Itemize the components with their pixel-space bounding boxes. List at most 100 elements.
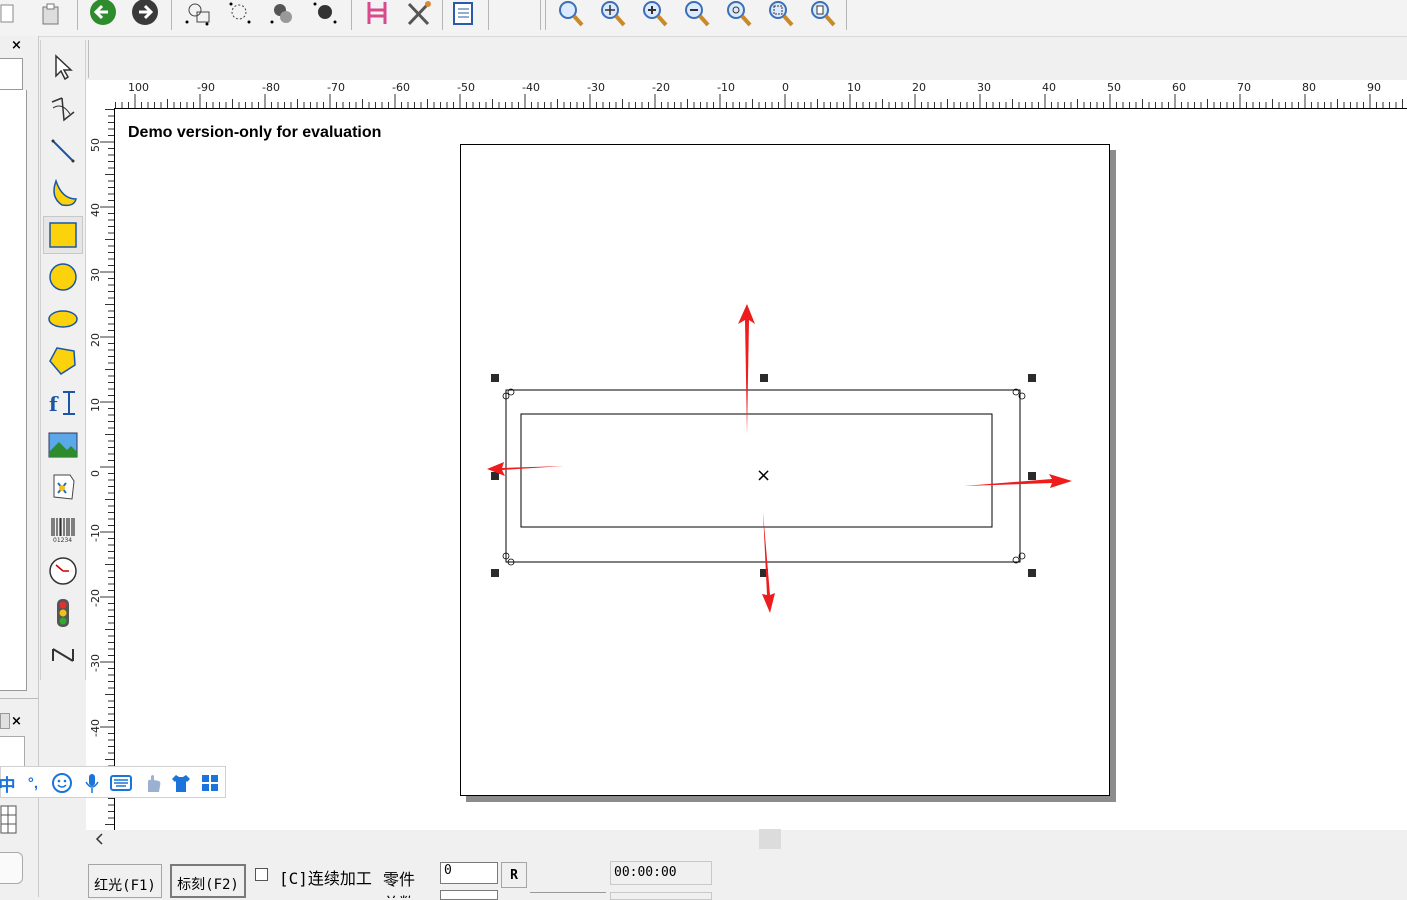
ruler-label: 40 <box>1042 81 1056 94</box>
back-arrow-icon[interactable] <box>86 0 120 28</box>
total-time-display <box>610 892 712 900</box>
rectangle-icon[interactable] <box>43 216 83 254</box>
ruler-label: 10 <box>847 81 861 94</box>
continuous-checkbox[interactable] <box>255 868 268 881</box>
direction-arrows <box>487 304 1072 613</box>
ruler-label: -90 <box>197 81 215 94</box>
text-icon[interactable]: f <box>43 384 83 422</box>
red-light-button[interactable]: 红光(F1) <box>88 864 162 898</box>
ruler-label: 0 <box>89 470 102 477</box>
ruler-label: -20 <box>89 589 102 607</box>
selected-rectangle-object[interactable] <box>440 290 1140 630</box>
ime-toolbar: 中 °, <box>0 766 226 798</box>
resize-handle-bottom-left[interactable] <box>491 569 499 577</box>
svg-text:f: f <box>49 392 59 416</box>
tools-icon[interactable] <box>402 0 436 28</box>
hand-tool-icon[interactable] <box>141 771 165 795</box>
ruler-labels-v: 50 40 30 20 10 0 -10 -20 -30 -40 <box>86 108 106 830</box>
ruler-label: 20 <box>89 333 102 347</box>
parts-count-field[interactable]: 0 <box>440 862 498 884</box>
ruler-label: 10 <box>89 398 102 412</box>
object-list[interactable] <box>0 90 27 691</box>
bitmap-image-icon[interactable] <box>43 426 83 464</box>
progress-area <box>530 892 606 899</box>
node-delete-icon[interactable] <box>308 0 342 28</box>
panel-tab[interactable] <box>0 713 10 729</box>
keyboard-icon[interactable] <box>109 771 133 795</box>
demo-watermark: Demo version-only for evaluation <box>128 124 382 141</box>
parts-label: 零件 <box>383 872 416 889</box>
barcode-icon[interactable]: 01234 <box>43 510 83 548</box>
ruler-label: 30 <box>977 81 991 94</box>
zoom-in-icon[interactable] <box>638 0 672 28</box>
ime-language-indicator[interactable]: 中 <box>0 771 19 795</box>
ruler-labels-h: 100 -90 -80 -70 -60 -50 -40 -30 -20 -10 0 10 20 30 40 5… <box>86 80 1407 100</box>
ime-menu-grid-icon[interactable] <box>198 771 222 795</box>
reset-count-button[interactable]: R <box>501 862 527 888</box>
curve-fill-icon[interactable] <box>43 174 83 212</box>
zoom-out-icon[interactable] <box>680 0 714 28</box>
main-toolbar <box>0 0 1407 37</box>
forward-arrow-icon[interactable] <box>128 0 162 28</box>
node-edit-icon[interactable] <box>181 0 215 28</box>
curve-edit-icon[interactable] <box>43 90 83 128</box>
list-icon[interactable] <box>446 0 480 28</box>
ruler-label: -40 <box>89 719 102 737</box>
ruler-label: -50 <box>457 81 475 94</box>
ruler-label: -20 <box>652 81 670 94</box>
microphone-icon[interactable] <box>80 771 104 795</box>
mark-button[interactable]: 标刻(F2) <box>170 864 246 898</box>
total-count-field[interactable] <box>440 890 498 900</box>
ruler-label: -40 <box>522 81 540 94</box>
scrollbar-thumb[interactable] <box>759 829 781 849</box>
resize-handle-left[interactable] <box>491 472 499 480</box>
io-signal-icon[interactable] <box>43 594 83 632</box>
zoom-page-icon[interactable] <box>806 0 840 28</box>
ruler-label: 50 <box>89 138 102 152</box>
paste-icon[interactable] <box>34 0 68 28</box>
zoom-selection-icon[interactable] <box>764 0 798 28</box>
horizontal-scrollbar[interactable] <box>86 830 1407 848</box>
resize-handle-right[interactable] <box>1028 472 1036 480</box>
property-field[interactable] <box>0 736 25 768</box>
copy-icon[interactable] <box>0 0 24 28</box>
zoom-pan-icon[interactable] <box>596 0 630 28</box>
mark-control-bar: 红光(F1) 标刻(F2) [C]连续加工 零件 总数 0 R 00:00:00 <box>40 850 1407 900</box>
node-select-icon[interactable] <box>224 0 258 28</box>
vector-file-icon[interactable] <box>43 468 83 506</box>
line-icon[interactable] <box>43 132 83 170</box>
ime-punctuation-toggle[interactable]: °, <box>21 771 45 795</box>
resize-handle-top[interactable] <box>760 374 768 382</box>
node-add-icon[interactable] <box>266 0 300 28</box>
grid-icon[interactable] <box>0 804 18 836</box>
polygon-icon[interactable] <box>43 342 83 380</box>
hatch-icon[interactable] <box>360 0 394 28</box>
axis-move-icon[interactable] <box>43 636 83 674</box>
ruler-label: 80 <box>1302 81 1316 94</box>
ellipse-icon[interactable] <box>43 300 83 338</box>
resize-handle-bottom-right[interactable] <box>1028 569 1036 577</box>
zoom-all-icon[interactable] <box>722 0 756 28</box>
ruler-corner <box>86 80 114 108</box>
emoji-icon[interactable] <box>50 771 74 795</box>
close-panel-button[interactable]: × <box>11 38 22 53</box>
ruler-label: 100 <box>128 81 149 94</box>
list-header-field[interactable] <box>0 58 23 90</box>
ruler-label: -30 <box>89 654 102 672</box>
timer-clock-icon[interactable] <box>43 552 83 590</box>
close-properties-button[interactable]: × <box>11 714 22 729</box>
skin-shirt-icon[interactable] <box>169 771 193 795</box>
ruler-label: 20 <box>912 81 926 94</box>
zoom-icon[interactable] <box>554 0 588 28</box>
circle-icon[interactable] <box>43 258 83 296</box>
elapsed-time-display: 00:00:00 <box>610 861 712 885</box>
ruler-label: 40 <box>89 203 102 217</box>
drawing-tools: f 01234 <box>40 40 86 680</box>
resize-handle-top-left[interactable] <box>491 374 499 382</box>
scroll-left-icon[interactable] <box>92 830 108 848</box>
ruler-label: 50 <box>1107 81 1121 94</box>
panel-button[interactable] <box>0 852 23 884</box>
ruler-label: -30 <box>587 81 605 94</box>
resize-handle-top-right[interactable] <box>1028 374 1036 382</box>
select-arrow-icon[interactable] <box>43 48 83 86</box>
